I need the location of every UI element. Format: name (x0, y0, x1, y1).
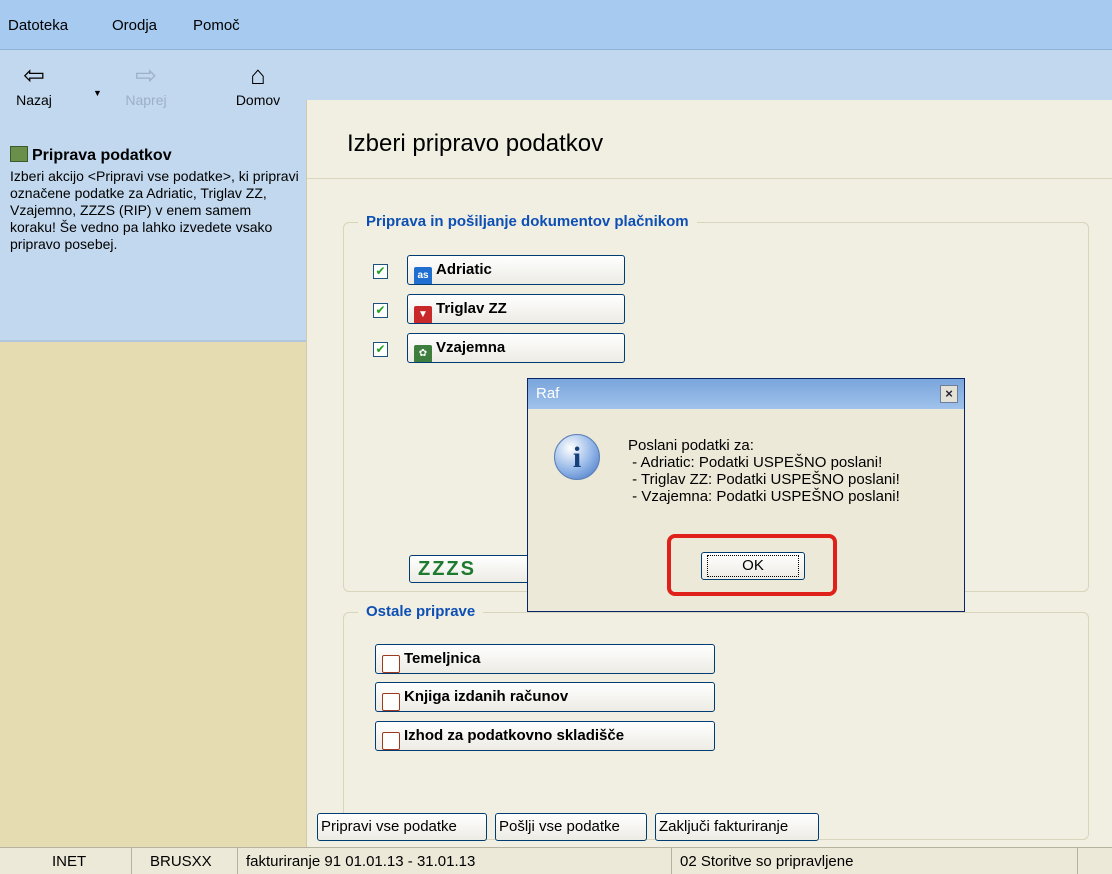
send-all-button[interactable]: Pošlji vse podatke (495, 813, 647, 841)
adriatic-button[interactable]: as Adriatic (407, 255, 625, 285)
status-cell: fakturiranje 91 01.01.13 - 31.01.13 (238, 848, 672, 874)
adriatic-checkbox[interactable]: ✔ (373, 264, 388, 279)
document-export-icon: ➔ (382, 693, 400, 711)
home-icon: ⌂ (250, 60, 266, 90)
back-button[interactable]: ⇦ Nazaj (6, 58, 62, 108)
title-divider (307, 178, 1112, 179)
triglav-logo-icon: ▼ (414, 306, 432, 323)
ok-button[interactable]: OK (701, 552, 805, 580)
menu-orodja[interactable]: Orodja (112, 17, 157, 34)
home-button[interactable]: ⌂ Domov (224, 58, 292, 108)
ok-highlight: OK (667, 534, 837, 596)
zzzs-button[interactable]: ZZZS (409, 555, 533, 583)
forward-button[interactable]: ⇨ Naprej (118, 58, 174, 108)
status-cell: 02 Storitve so pripravljene (672, 848, 1078, 874)
finish-invoicing-button[interactable]: Zaključi fakturiranje (655, 813, 819, 841)
triglav-checkbox[interactable]: ✔ (373, 303, 388, 318)
info-panel-description: Izberi akcijo <Pripravi vse podatke>, ki… (10, 168, 299, 252)
info-panel: Priprava podatkov Izberi akcijo <Priprav… (0, 134, 306, 342)
temeljnica-button[interactable]: ➔ Temeljnica (375, 644, 715, 674)
as-logo-icon: as (414, 267, 432, 284)
info-panel-title: Priprava podatkov (32, 147, 172, 164)
knjiga-izdanih-racunov-button[interactable]: ➔ Knjiga izdanih računov (375, 682, 715, 712)
payers-group-title: Priprava in pošiljanje dokumentov plačni… (358, 213, 697, 230)
menu-bar: Datoteka Orodja Pomoč (0, 0, 1112, 50)
ok-label: OK (707, 555, 799, 577)
vzajemna-logo-icon: ✿ (414, 345, 432, 362)
dialog-message: Poslani podatki za: - Adriatic: Podatki … (628, 437, 900, 505)
arrow-left-icon: ⇦ (23, 60, 45, 90)
back-label: Nazaj (16, 92, 52, 108)
left-panel-background (0, 342, 306, 847)
close-icon[interactable]: × (940, 385, 958, 403)
menu-datoteka[interactable]: Datoteka (8, 17, 68, 34)
document-export-icon: ➔ (382, 732, 400, 750)
document-export-icon: ➔ (382, 655, 400, 673)
home-label: Domov (235, 92, 281, 108)
message-dialog: Raf × i Poslani podatki za: - Adriatic: … (527, 378, 965, 612)
status-cell: BRUSXX (132, 848, 238, 874)
menu-pomoc[interactable]: Pomoč (193, 17, 240, 34)
status-bar: INET BRUSXX fakturiranje 91 01.01.13 - 3… (0, 847, 1112, 874)
forward-label: Naprej (125, 92, 167, 108)
izhod-skladisce-button[interactable]: ➔ Izhod za podatkovno skladišče (375, 721, 715, 751)
arrow-right-icon: ⇨ (135, 60, 157, 90)
info-panel-header: Priprava podatkov (10, 146, 172, 165)
vzajemna-button[interactable]: ✿ Vzajemna (407, 333, 625, 363)
data-prep-icon (10, 146, 28, 162)
info-icon: i (554, 434, 600, 480)
dialog-title: Raf (528, 379, 964, 409)
back-dropdown-icon[interactable]: ▼ (93, 88, 102, 98)
page-title: Izberi pripravo podatkov (347, 130, 604, 157)
status-cell: INET (0, 848, 132, 874)
other-group-title: Ostale priprave (358, 603, 484, 620)
triglav-button[interactable]: ▼ Triglav ZZ (407, 294, 625, 324)
prepare-all-button[interactable]: Pripravi vse podatke (317, 813, 487, 841)
vzajemna-checkbox[interactable]: ✔ (373, 342, 388, 357)
